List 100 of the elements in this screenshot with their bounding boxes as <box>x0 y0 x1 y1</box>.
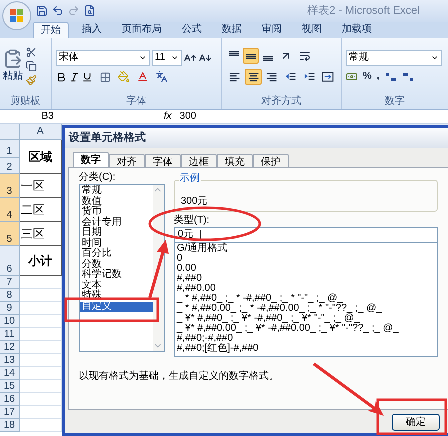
ribbon-tab[interactable]: 公式 <box>175 22 209 38</box>
align-middle-icon <box>246 54 256 58</box>
ribbon-tab[interactable]: 开始 <box>33 22 69 38</box>
undo-icon[interactable] <box>52 5 64 17</box>
dialog-title: 设置单元格格式 <box>69 130 146 146</box>
diagonal-arrow-icon <box>280 50 292 62</box>
row-header[interactable]: 3 <box>0 174 20 198</box>
dialog-tab[interactable]: 边框 <box>181 154 217 167</box>
category-item[interactable]: 百分比 <box>80 249 153 260</box>
cell-text: 二区 <box>20 202 45 218</box>
cell-text: 一区 <box>20 178 45 194</box>
row-header[interactable]: 6 <box>0 246 20 276</box>
font-name-field[interactable]: 宋体 <box>56 50 150 66</box>
row-header[interactable]: 1 <box>0 140 20 158</box>
comma-button[interactable]: , <box>376 71 380 83</box>
align-right-icon <box>266 71 278 83</box>
format-item[interactable]: #,##0;[红色]-#,##0 <box>177 344 437 354</box>
dialog-tab[interactable]: 字体 <box>145 154 181 167</box>
increase-decimal-icon[interactable] <box>384 71 397 83</box>
ribbon-tab[interactable]: 页面布局 <box>115 22 169 38</box>
outdent-icon <box>285 71 297 83</box>
decrease-decimal-icon[interactable] <box>402 71 414 83</box>
type-input[interactable]: 0元 <box>174 227 438 243</box>
row-header[interactable]: 13 <box>0 354 20 367</box>
annotation-arrow <box>148 240 169 298</box>
fill-color-icon[interactable] <box>118 71 130 83</box>
percent-button[interactable]: % <box>363 71 372 83</box>
category-item[interactable]: 常规 <box>80 186 153 196</box>
ribbon-tab[interactable]: 审阅 <box>255 22 289 38</box>
row-header[interactable]: 10 <box>0 315 20 328</box>
category-item[interactable]: 数值 <box>80 196 153 207</box>
format-item[interactable]: #,##0;-#,##0 <box>177 334 437 344</box>
print-preview-icon[interactable] <box>84 5 96 17</box>
font-color-icon[interactable] <box>137 71 149 83</box>
format-item[interactable]: #,##0 <box>177 274 437 284</box>
annotation-frame <box>376 398 448 436</box>
group-label: 对齐方式 <box>260 95 302 109</box>
paste-label[interactable]: 粘贴 <box>3 69 23 84</box>
format-item[interactable]: 0 <box>177 254 437 264</box>
row-header[interactable]: 14 <box>0 367 20 380</box>
format-item[interactable]: _ ¥* #,##0_ ;_ ¥* -#,##0_ ;_ ¥* "-"_ ;_ @_ <box>177 314 437 324</box>
row-header[interactable]: 17 <box>0 406 20 419</box>
bold-icon[interactable] <box>56 72 67 82</box>
format-item[interactable]: _ * #,##0_ ;_ * -#,##0_ ;_ * "-"_ ;_ @_ <box>177 294 437 304</box>
ribbon-tab[interactable]: 加载项 <box>335 22 379 38</box>
row-header[interactable]: 4 <box>0 198 20 222</box>
format-item[interactable]: #,##0.00 <box>177 284 437 294</box>
format-item[interactable]: _ * #,##0.00_ ;_ * -#,##0.00_ ;_ * "-"??_ ;_ @_ <box>177 304 437 314</box>
wrap-text-icon <box>299 50 311 62</box>
format-item[interactable]: 0.00 <box>177 264 437 274</box>
category-item[interactable]: 分数 <box>80 260 153 270</box>
dialog-tab[interactable]: 保护 <box>253 154 289 167</box>
category-item[interactable]: 科学记数 <box>80 270 153 280</box>
row-header[interactable]: 11 <box>0 328 20 341</box>
category-item[interactable]: 货币 <box>80 207 153 218</box>
copy-icon[interactable] <box>26 61 37 72</box>
group-label: 数字 <box>384 95 406 109</box>
alignment-button[interactable] <box>244 69 262 85</box>
ok-button[interactable]: 确定 <box>392 414 440 431</box>
format-item[interactable]: G/通用格式 <box>177 244 437 254</box>
currency-icon[interactable] <box>346 71 358 83</box>
column-header[interactable]: A <box>20 124 62 140</box>
ribbon-tab[interactable]: 数据 <box>215 22 249 38</box>
dialog-tab[interactable]: 填充 <box>217 154 253 167</box>
row-header[interactable]: 7 <box>0 276 20 289</box>
number-format-field[interactable]: 常规 <box>346 50 442 66</box>
row-header[interactable]: 5 <box>0 222 20 246</box>
row-header[interactable]: 12 <box>0 341 20 354</box>
border-icon[interactable] <box>100 72 111 82</box>
dialog-tab[interactable]: 数字 <box>73 152 109 167</box>
category-item[interactable]: 时间 <box>80 238 153 249</box>
cut-icon[interactable] <box>26 47 37 58</box>
underline-icon[interactable] <box>82 72 93 82</box>
italic-icon[interactable] <box>69 72 80 82</box>
cell-text: 区域 <box>28 148 52 166</box>
row-header[interactable]: 15 <box>0 380 20 393</box>
phonetic-icon[interactable] <box>156 71 168 83</box>
ribbon-tab[interactable]: 插入 <box>75 22 109 38</box>
dialog-tab[interactable]: 对齐 <box>109 154 145 167</box>
formula-value: 300 <box>180 110 196 122</box>
row-header[interactable]: 9 <box>0 302 20 315</box>
paste-icon[interactable] <box>3 49 23 69</box>
font-size-field[interactable]: 11 <box>152 50 182 66</box>
insert-function-button[interactable]: fx <box>162 110 174 122</box>
save-icon[interactable] <box>36 5 48 17</box>
cell-text: 小计 <box>28 252 52 270</box>
dropdown-icon <box>431 54 439 62</box>
category-item[interactable]: 文本 <box>80 280 153 291</box>
format-item[interactable]: _ ¥* #,##0.00_ ;_ ¥* -#,##0.00_ ;_ ¥* "-"??_ ;_ @_ <box>177 324 437 334</box>
category-item[interactable]: 日期 <box>80 228 153 238</box>
row-header[interactable]: 8 <box>0 289 20 302</box>
align-top-icon <box>229 51 239 56</box>
row-header[interactable]: 16 <box>0 393 20 406</box>
alignment-button[interactable] <box>243 48 259 64</box>
category-item[interactable]: 会计专用 <box>80 218 153 228</box>
row-header[interactable]: 2 <box>0 158 20 174</box>
description-text: 以现有格式为基础，生成自定义的数字格式。 <box>79 371 280 383</box>
cell-text: 三区 <box>20 226 45 242</box>
row-header[interactable]: 18 <box>0 419 20 432</box>
ribbon-tab[interactable]: 视图 <box>295 22 329 38</box>
